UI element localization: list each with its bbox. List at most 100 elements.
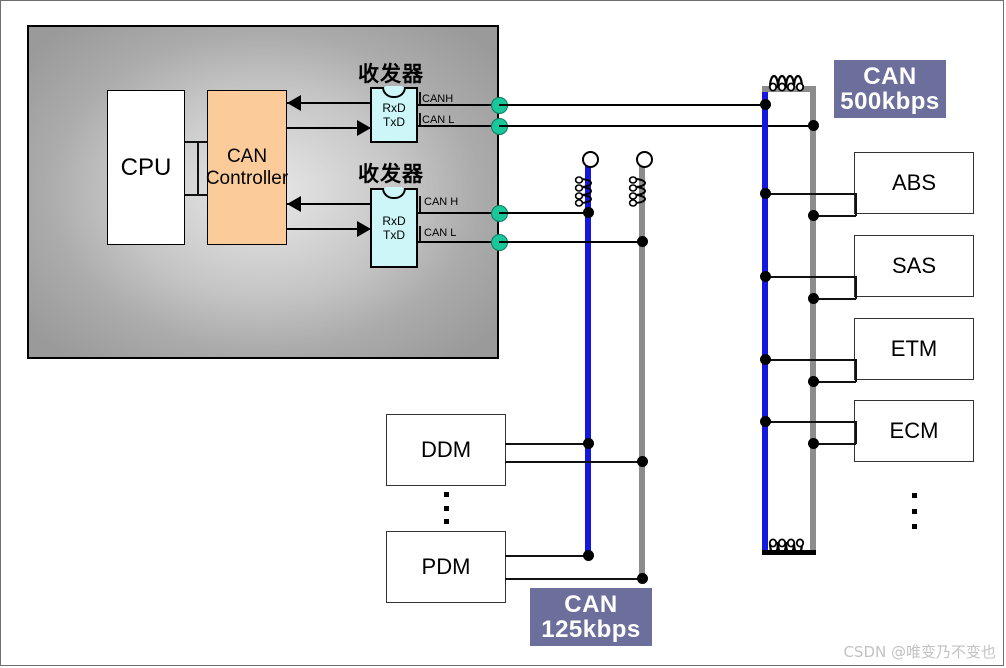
bus500-badge: CAN 500kbps xyxy=(834,60,946,118)
node-sas-canh-stub xyxy=(764,276,856,278)
bus125-canh-twist-coil-icon xyxy=(574,176,592,207)
bus500-badge-line2: 500kbps xyxy=(840,88,940,115)
transceiver-2-canl-tick xyxy=(419,226,421,242)
bus125-junction-ecu-canh xyxy=(583,207,594,218)
transceiver-2-canh-label: CAN H xyxy=(424,196,459,208)
cpu-controller-bus-vertical xyxy=(197,141,199,195)
node-sas-canl-junction xyxy=(808,293,819,304)
ecu-to-bus125-canl-wire xyxy=(499,241,646,243)
node-ddm: DDM xyxy=(386,414,506,486)
node-pdm-canl-junction xyxy=(637,573,648,584)
node-abs-canl-stub-riser xyxy=(855,193,857,216)
bus125-canl-line xyxy=(639,160,645,583)
transceiver-2-txd-arrowhead-icon xyxy=(357,221,371,237)
node-sas-label: SAS xyxy=(891,253,937,278)
node-abs: ABS xyxy=(854,152,974,214)
node-pdm-canl-stub xyxy=(505,578,643,580)
transceiver-2-canl-lead xyxy=(418,241,496,243)
bus500-top-terminator-coil-icon xyxy=(768,74,805,92)
node-abs-canh-junction xyxy=(760,188,771,199)
more-dot xyxy=(443,505,449,511)
node-etm-label: ETM xyxy=(890,336,938,361)
bus500-canh-line xyxy=(762,92,768,554)
transceiver-2-block: RxD TxD xyxy=(370,187,418,268)
node-sas-canh-junction xyxy=(760,271,771,282)
more-dot xyxy=(911,493,917,498)
node-etm: ETM xyxy=(854,318,974,380)
node-ddm-canl-stub xyxy=(505,461,643,463)
transceiver-2-canh-tick xyxy=(419,196,421,212)
node-abs-canh-stub xyxy=(764,193,856,195)
cpu-block: CPU xyxy=(107,90,185,245)
transceiver-1-heading: 收发器 xyxy=(358,62,424,86)
bus125-badge: CAN 125kbps xyxy=(530,588,652,646)
transceiver-2-heading: 收发器 xyxy=(358,162,424,186)
node-125-more-indicator xyxy=(443,492,449,524)
node-ecm: ECM xyxy=(854,400,974,462)
node-pdm-canh-junction xyxy=(583,550,594,561)
ecu-to-bus500-canh-wire xyxy=(499,104,769,106)
more-dot xyxy=(911,524,917,529)
transceiver-1-canl-tick xyxy=(419,113,421,125)
more-dot xyxy=(443,492,449,497)
node-pdm: PDM xyxy=(386,531,506,603)
bus500-junction-ecu-canl xyxy=(808,120,819,131)
node-ddm-canl-junction xyxy=(637,456,648,467)
transceiver-2-canl-label: CAN L xyxy=(424,227,457,239)
can-controller-label-line2: Controller xyxy=(205,167,289,189)
node-ddm-canh-stub xyxy=(505,443,589,445)
node-abs-label: ABS xyxy=(891,170,937,195)
node-sas: SAS xyxy=(854,235,974,297)
bus500-bottom-terminator-coil-icon xyxy=(768,538,805,556)
bus125-badge-line1: CAN xyxy=(564,590,618,618)
bus125-junction-ecu-canl xyxy=(637,236,648,247)
transceiver-1-txd-label: TxD xyxy=(383,115,405,129)
node-pdm-canh-stub xyxy=(505,555,589,557)
transceiver-1-canl-lead xyxy=(418,125,496,127)
bus500-junction-ecu-canh xyxy=(760,99,771,110)
transceiver-1-canh-lead xyxy=(418,104,496,106)
more-dot xyxy=(911,508,917,514)
transceiver-1-rxd-arrowhead-icon xyxy=(287,95,301,111)
bus125-canl-twist-coil-icon xyxy=(628,176,646,207)
transceiver-2-rxd-label: RxD xyxy=(382,213,406,228)
transceiver-1-notch-mask xyxy=(385,86,403,89)
node-etm-canl-junction xyxy=(808,376,819,387)
can-controller-block: CAN Controller xyxy=(205,90,289,245)
transceiver-1-canh-tick xyxy=(419,92,421,104)
transceiver-2-txd-label: TxD xyxy=(383,228,405,242)
ecu-to-bus125-canh-wire xyxy=(499,212,592,214)
transceiver-2-notch-mask xyxy=(385,187,403,190)
node-abs-canl-junction xyxy=(808,210,819,221)
bus500-badge-line1: CAN xyxy=(863,62,917,90)
node-ddm-label: DDM xyxy=(420,437,472,462)
bus500-canl-line xyxy=(810,92,816,554)
can-controller-label-line1: CAN xyxy=(226,146,268,168)
transceiver-2-rxd-arrowhead-icon xyxy=(287,196,301,212)
bus125-canl-open-end-icon xyxy=(636,151,653,168)
node-500-more-indicator xyxy=(911,493,917,529)
diagram-canvas: CPU CAN Controller 收发器 RxD TxD CANH CAN … xyxy=(0,0,1006,668)
transceiver-1-rxd-label: RxD xyxy=(382,100,406,115)
bus125-canh-line xyxy=(585,160,591,557)
node-etm-canl-stub-riser xyxy=(855,359,857,382)
node-ecm-canl-stub-riser xyxy=(855,421,857,444)
node-etm-canh-junction xyxy=(760,354,771,365)
bus125-canh-open-end-icon xyxy=(582,151,599,168)
node-etm-canh-stub xyxy=(764,359,856,361)
transceiver-1-txd-arrowhead-icon xyxy=(357,120,371,136)
transceiver-1-block: RxD TxD xyxy=(370,86,418,143)
watermark: CSDN @唯变乃不变也 xyxy=(843,643,996,661)
bus125-badge-line2: 125kbps xyxy=(541,616,641,643)
node-ddm-canh-junction xyxy=(583,438,594,449)
node-ecm-canh-stub xyxy=(764,421,856,423)
more-dot xyxy=(443,519,449,524)
ecu-to-bus500-canl-wire xyxy=(499,125,817,127)
node-ecm-label: ECM xyxy=(889,418,939,443)
node-pdm-label: PDM xyxy=(421,554,471,579)
cpu-label: CPU xyxy=(120,153,172,181)
node-ecm-canl-junction xyxy=(808,438,819,449)
node-sas-canl-stub-riser xyxy=(855,276,857,299)
node-ecm-canh-junction xyxy=(760,416,771,427)
transceiver-2-canh-lead xyxy=(418,212,496,214)
